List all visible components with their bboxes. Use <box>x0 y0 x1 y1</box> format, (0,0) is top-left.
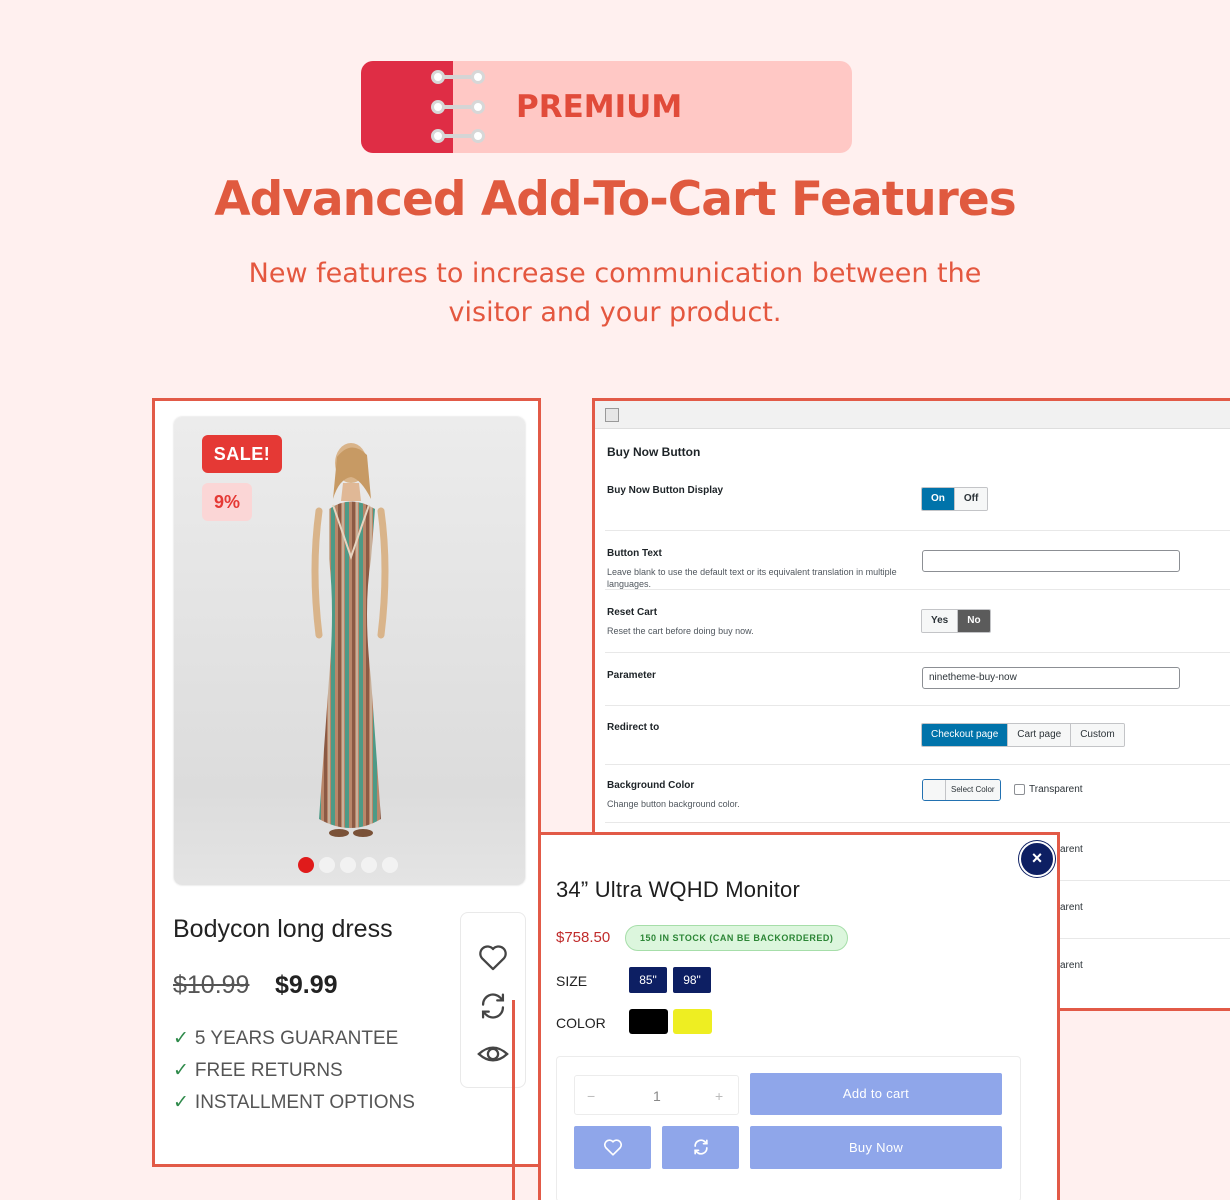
parameter-input[interactable]: ninetheme-buy-now <box>922 667 1180 689</box>
heart-icon <box>603 1139 622 1156</box>
slider-dot[interactable] <box>340 857 356 873</box>
check-icon: ✓ <box>173 1092 189 1113</box>
setting-description: Reset the cart before doing buy now. <box>607 626 754 636</box>
slider-dot[interactable] <box>319 857 335 873</box>
color-swatch-yellow[interactable] <box>673 1009 712 1034</box>
reset-cart-toggle[interactable]: Yes No <box>921 609 991 633</box>
setting-label: Button Text <box>607 548 662 559</box>
product-actions <box>460 912 526 1088</box>
compare-icon[interactable] <box>476 989 510 1023</box>
size-label: SIZE <box>556 973 588 989</box>
page-subtitle: New features to increase communication b… <box>248 258 982 328</box>
sale-price: $9.99 <box>275 971 338 999</box>
color-label: COLOR <box>556 1015 606 1031</box>
stock-badge: 150 IN STOCK (CAN BE BACKORDERED) <box>625 925 849 951</box>
toggle-on[interactable]: On <box>922 488 955 510</box>
wishlist-button[interactable] <box>574 1126 651 1169</box>
toggle-yes[interactable]: Yes <box>922 610 959 632</box>
panel-icon <box>605 408 619 422</box>
product-price: $758.50 <box>556 929 611 946</box>
check-icon: ✓ <box>173 1028 189 1049</box>
product-card: SALE! 9% Bodycon long dress $10.99 $9.99… <box>152 398 541 1167</box>
toggle-off[interactable]: Off <box>954 488 988 510</box>
binder-ring-icon <box>431 100 487 114</box>
premium-features-badge: PREMIUM FEATURES <box>361 61 852 153</box>
buy-now-button[interactable]: Buy Now <box>750 1126 1002 1169</box>
old-price: $10.99 <box>173 971 250 999</box>
minus-icon[interactable]: − <box>587 1076 595 1116</box>
model-figure <box>311 443 389 837</box>
select-color-button[interactable]: Select Color <box>922 779 1001 801</box>
modal-shadow-edge <box>512 1000 515 1200</box>
badge-label: PREMIUM FEATURES <box>516 89 683 125</box>
redirect-cart[interactable]: Cart page <box>1008 724 1072 746</box>
partial-label: arent <box>1060 844 1083 855</box>
setting-row-background-color: Background Color Change button backgroun… <box>605 766 1230 823</box>
feature-item: ✓ INSTALLMENT OPTIONS <box>173 1092 415 1113</box>
color-swatch <box>923 780 946 800</box>
setting-label: Parameter <box>607 670 656 681</box>
plus-icon[interactable]: + <box>715 1076 723 1116</box>
setting-description: Leave blank to use the default text or i… <box>607 567 897 589</box>
setting-label: Redirect to <box>607 722 660 733</box>
checkbox-label: Transparent <box>1029 784 1083 795</box>
add-to-cart-button[interactable]: Add to cart <box>750 1073 1002 1115</box>
product-name[interactable]: Bodycon long dress <box>173 915 393 944</box>
section-title: Buy Now Button <box>607 445 701 459</box>
size-option[interactable]: 85" <box>629 967 667 993</box>
transparent-checkbox[interactable]: Transparent <box>1014 784 1083 795</box>
close-icon[interactable]: × <box>1019 841 1055 877</box>
compare-button[interactable] <box>662 1126 739 1169</box>
quantity-stepper[interactable]: − 1 + <box>574 1075 739 1115</box>
panel-toolbar <box>595 401 1230 429</box>
checkbox-box[interactable] <box>1014 784 1025 795</box>
slider-dots <box>298 857 398 873</box>
color-swatch-black[interactable] <box>629 1009 668 1034</box>
setting-row-parameter: Parameter ninetheme-buy-now <box>605 654 1230 706</box>
redirect-checkout[interactable]: Checkout page <box>922 724 1009 746</box>
quantity-value[interactable]: 1 <box>653 1076 661 1116</box>
discount-badge: 9% <box>202 483 252 521</box>
setting-description: Change button background color. <box>607 799 740 809</box>
product-title: 34” Ultra WQHD Monitor <box>556 877 800 902</box>
feature-item: ✓ FREE RETURNS <box>173 1060 343 1081</box>
feature-item: ✓ 5 YEARS GUARANTEE <box>173 1028 399 1049</box>
setting-label: Background Color <box>607 780 695 791</box>
quick-view-modal: × 34” Ultra WQHD Monitor $758.50 150 IN … <box>538 832 1060 1200</box>
heart-icon[interactable] <box>476 940 510 974</box>
size-option[interactable]: 98" <box>673 967 711 993</box>
slider-dot[interactable] <box>382 857 398 873</box>
redirect-custom[interactable]: Custom <box>1071 724 1124 746</box>
display-toggle[interactable]: On Off <box>921 487 989 511</box>
product-features: ✓ 5 YEARS GUARANTEE ✓ FREE RETURNS ✓ INSTAL… <box>173 1023 415 1119</box>
eye-icon[interactable] <box>476 1037 510 1071</box>
partial-label: arent <box>1060 960 1083 971</box>
check-icon: ✓ <box>173 1060 189 1081</box>
binder-ring-icon <box>431 70 487 84</box>
purchase-box: − 1 + Add to cart Buy Now <box>556 1056 1021 1200</box>
setting-label: Buy Now Button Display <box>607 485 724 496</box>
page-title: Advanced Add-To-Cart Features <box>214 172 1016 227</box>
redirect-segmented[interactable]: Checkout page Cart page Custom <box>921 723 1125 747</box>
toggle-no[interactable]: No <box>958 610 990 632</box>
slider-dot[interactable] <box>298 857 314 873</box>
setting-row-display: Buy Now Button Display On Off <box>605 473 1230 531</box>
partial-label: arent <box>1060 902 1083 913</box>
select-color-label: Select Color <box>946 780 1000 800</box>
product-image[interactable]: SALE! 9% <box>174 417 525 885</box>
compare-icon <box>693 1139 708 1155</box>
button-text-input[interactable] <box>922 550 1180 572</box>
setting-row-reset-cart: Reset Cart Reset the cart before doing b… <box>605 591 1230 653</box>
sale-badge: SALE! <box>202 435 282 473</box>
setting-row-button-text: Button Text Leave blank to use the defau… <box>605 532 1230 590</box>
slider-dot[interactable] <box>361 857 377 873</box>
setting-row-redirect: Redirect to Checkout page Cart page Cust… <box>605 707 1230 765</box>
setting-label: Reset Cart <box>607 607 658 618</box>
binder-ring-icon <box>431 129 487 143</box>
